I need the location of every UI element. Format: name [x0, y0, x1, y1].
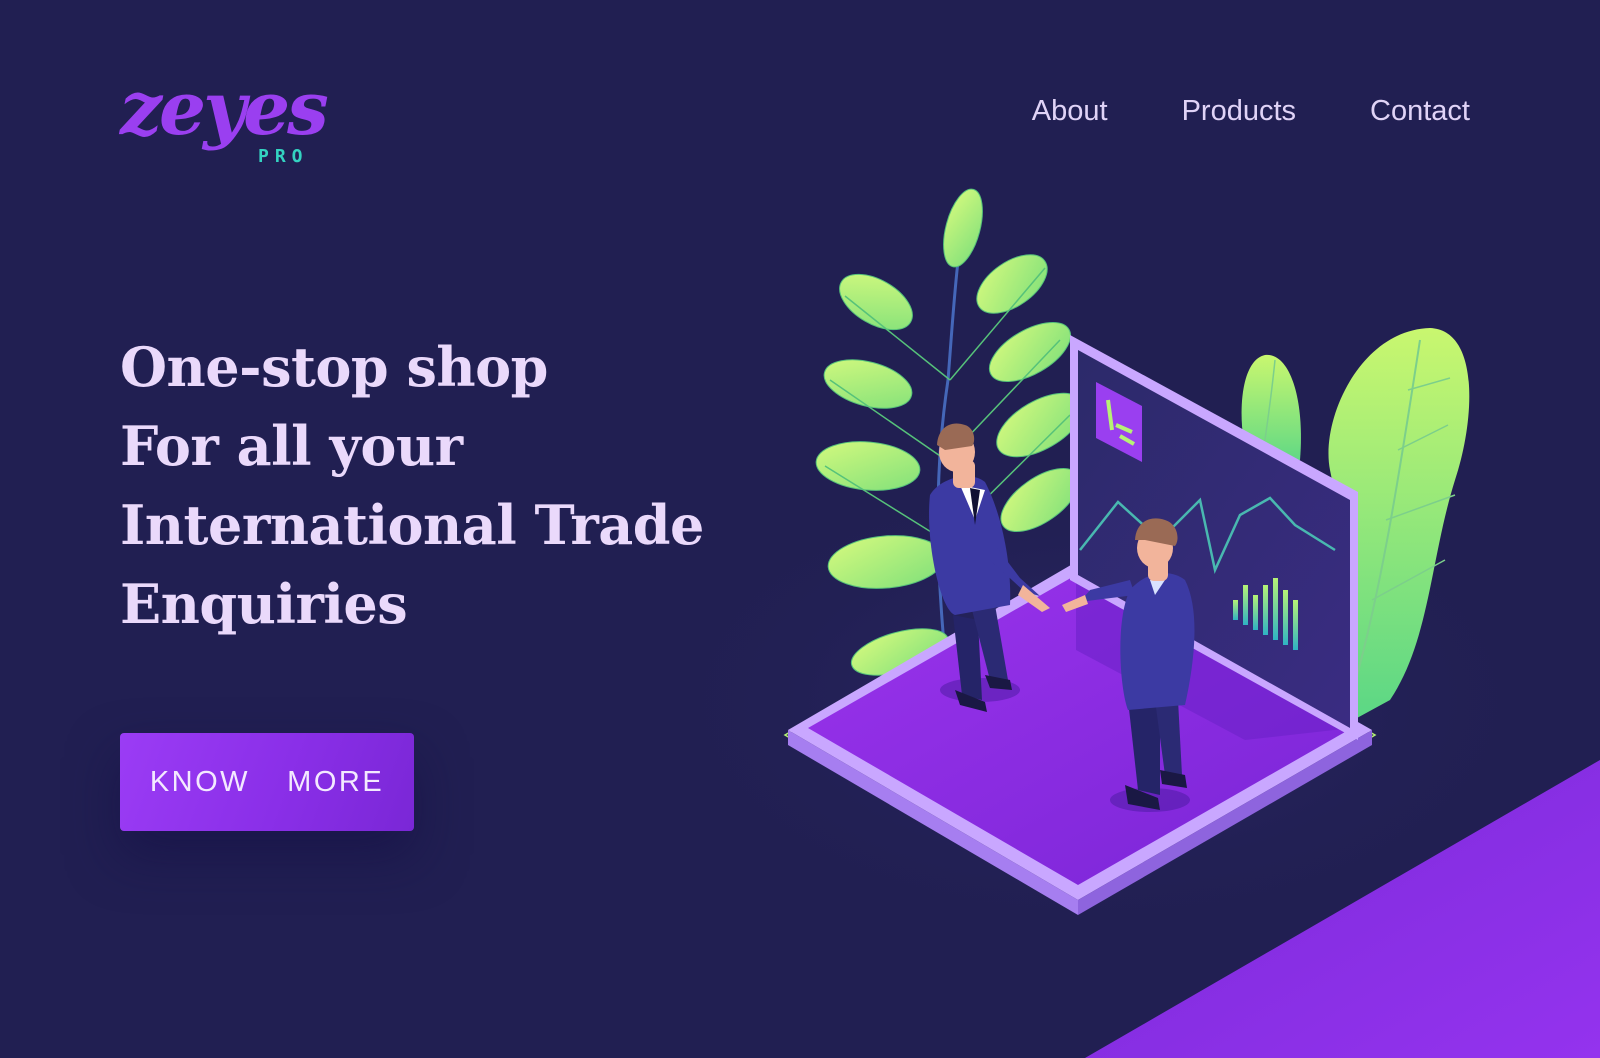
top-nav: About Products Contact	[1032, 95, 1470, 128]
nav-link-about[interactable]: About	[1032, 95, 1108, 128]
business-handshake-illustration	[783, 188, 1470, 915]
brand-logo[interactable]: zeyes PRO	[120, 72, 340, 175]
nav-link-contact[interactable]: Contact	[1370, 95, 1470, 128]
nav-link-products[interactable]: Products	[1182, 95, 1296, 128]
landing-page: zeyes PRO About Products Contact One-sto…	[0, 0, 1600, 1058]
brand-sub: PRO	[258, 146, 309, 167]
brand-name: zeyes	[120, 66, 329, 152]
know-more-button[interactable]: KNOW MORE	[120, 733, 414, 831]
